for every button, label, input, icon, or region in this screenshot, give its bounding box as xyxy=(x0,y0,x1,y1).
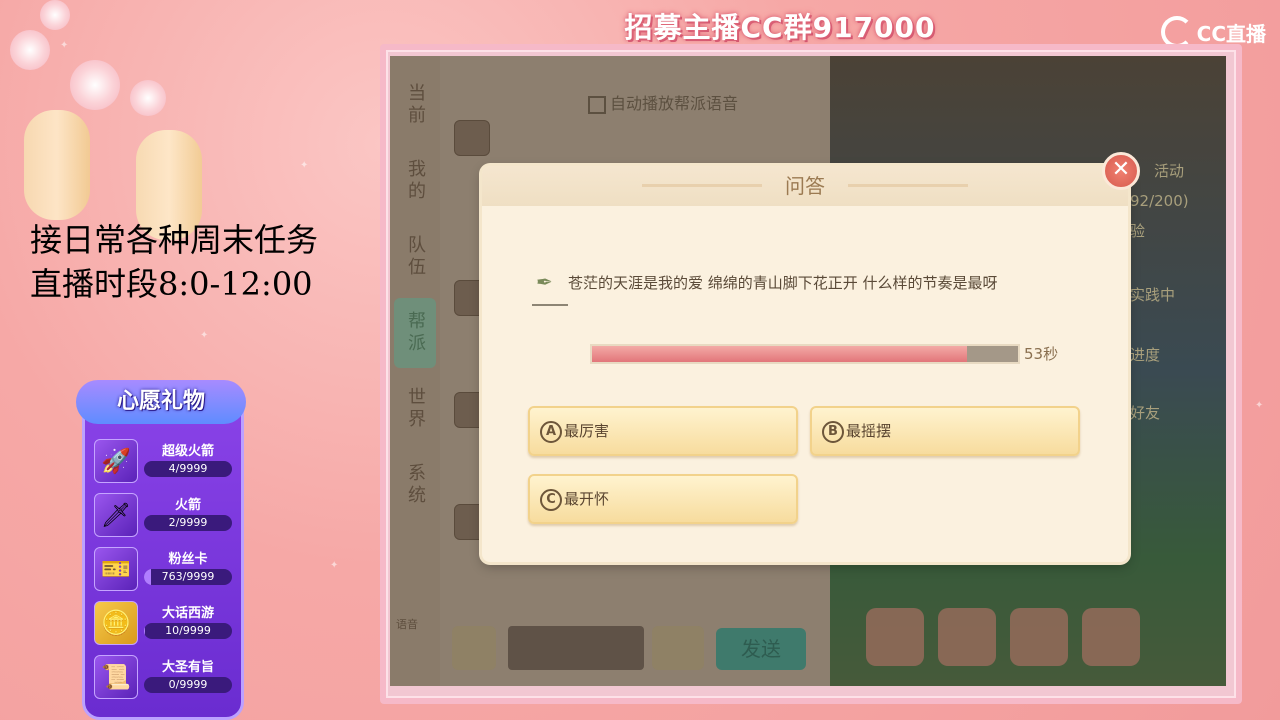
stream-info: 接日常各种周末任务 直播时段8:0-12:00 xyxy=(30,218,370,306)
tab-team[interactable]: 队伍 xyxy=(394,222,436,292)
option-text: 最摇摆 xyxy=(846,422,892,440)
stream-info-line2: 直播时段8:0-12:00 xyxy=(30,265,313,303)
gift-name: 大圣有旨 xyxy=(161,660,214,675)
sparkle: ✦ xyxy=(60,40,69,51)
gift-progress: 10/9999 xyxy=(144,623,232,639)
auto-voice-toggle[interactable]: 自动播放帮派语音 xyxy=(588,90,738,114)
scene-text: 好友 xyxy=(1130,404,1161,422)
question-text: 苍茫的天涯是我的爱 绵绵的青山脚下花正开 什么样的节奏是最呀 xyxy=(568,274,998,292)
sparkle: ✦ xyxy=(300,160,309,171)
stream-info-line1: 接日常各种周末任务 xyxy=(30,221,319,259)
dialog-title: 问答 xyxy=(785,174,825,198)
option-letter: B xyxy=(822,420,844,443)
tab-system[interactable]: 系统 xyxy=(394,450,436,520)
blossom xyxy=(130,80,166,116)
emoji-button[interactable] xyxy=(652,626,704,670)
tab-world[interactable]: 世界 xyxy=(394,374,436,444)
rocket-icon: 🚀 xyxy=(94,439,138,483)
gift-item-decree[interactable]: 📜 大圣有旨 0/9999 xyxy=(92,652,236,702)
tab-guild[interactable]: 帮派 xyxy=(394,298,436,368)
option-text: 最开怀 xyxy=(564,490,610,508)
gift-item-fan-card[interactable]: 🎫 粉丝卡 763/9999 xyxy=(92,544,236,594)
option-c-button[interactable]: C 最开怀 xyxy=(528,474,798,524)
sparkle: ✦ xyxy=(1255,400,1264,411)
coin-icon: 🪙 xyxy=(94,601,138,645)
blossom xyxy=(10,30,50,70)
gift-progress: 4/9999 xyxy=(144,461,232,477)
gift-name: 超级火箭 xyxy=(161,444,214,459)
voice-label: 语音 xyxy=(396,618,418,631)
scene-text: 活动 xyxy=(1154,162,1185,180)
team-icon[interactable] xyxy=(1010,608,1068,666)
scene-text: 进度 xyxy=(1130,346,1161,364)
quill-icon: ✒ xyxy=(536,270,553,294)
close-button[interactable]: ✕ xyxy=(1102,152,1140,190)
chat-tab-bar: 当前 我的 队伍 帮派 世界 系统 语音 xyxy=(390,56,440,686)
gift-progress: 0/9999 xyxy=(144,677,232,693)
lantern xyxy=(24,110,90,220)
timer-bar xyxy=(590,344,1020,364)
mic-button[interactable] xyxy=(452,626,496,670)
header-ornament xyxy=(848,184,968,187)
tab-mine[interactable]: 我的 xyxy=(394,146,436,216)
scene-text: 验 xyxy=(1130,222,1146,240)
gift-progress: 763/9999 xyxy=(144,569,232,585)
header-ornament xyxy=(642,184,762,187)
fan-card-icon: 🎫 xyxy=(94,547,138,591)
chat-input[interactable] xyxy=(508,626,644,670)
treasure-icon[interactable] xyxy=(1082,608,1140,666)
option-a-button[interactable]: A 最厉害 xyxy=(528,406,798,456)
send-button[interactable]: 发送 xyxy=(716,628,806,670)
gift-item-super-rocket[interactable]: 🚀 超级火箭 4/9999 xyxy=(92,436,236,486)
cc-logo-text: CC直播 xyxy=(1196,21,1266,46)
wish-gift-title: 心愿礼物 xyxy=(76,380,246,424)
blossom xyxy=(70,60,120,110)
tab-current[interactable]: 当前 xyxy=(394,70,436,140)
option-b-button[interactable]: B 最摇摆 xyxy=(810,406,1080,456)
recruit-banner: 招募主播CC群917000 xyxy=(624,11,936,44)
quiz-dialog: 问答 ✒ 苍茫的天涯是我的爱 绵绵的青山脚下花正开 什么样的节奏是最呀 53秒 … xyxy=(482,166,1128,562)
divider xyxy=(532,304,568,306)
option-text: 最厉害 xyxy=(564,422,610,440)
gift-name: 火箭 xyxy=(174,498,201,513)
sparkle: ✦ xyxy=(330,560,339,571)
timer-fill xyxy=(592,346,967,362)
chat-icon[interactable] xyxy=(866,608,924,666)
gift-name: 大话西游 xyxy=(161,606,214,621)
scroll-icon: 📜 xyxy=(94,655,138,699)
timer-text: 53秒 xyxy=(1024,345,1059,363)
social-icon[interactable] xyxy=(938,608,996,666)
scene-text: 92/200) xyxy=(1130,192,1189,210)
gift-item-rocket[interactable]: 🗡 火箭 2/9999 xyxy=(92,490,236,540)
gift-item-journey-west[interactable]: 🪙 大话西游 10/9999 xyxy=(92,598,236,648)
option-letter: C xyxy=(540,488,562,511)
gift-progress: 2/9999 xyxy=(144,515,232,531)
option-letter: A xyxy=(540,420,562,443)
checkbox[interactable] xyxy=(588,95,606,114)
dialog-header: 问答 xyxy=(482,166,1128,206)
avatar xyxy=(454,120,490,156)
gift-name: 粉丝卡 xyxy=(168,552,208,567)
rocket-icon: 🗡 xyxy=(94,493,138,537)
blossom xyxy=(40,0,70,30)
sparkle: ✦ xyxy=(200,330,209,341)
